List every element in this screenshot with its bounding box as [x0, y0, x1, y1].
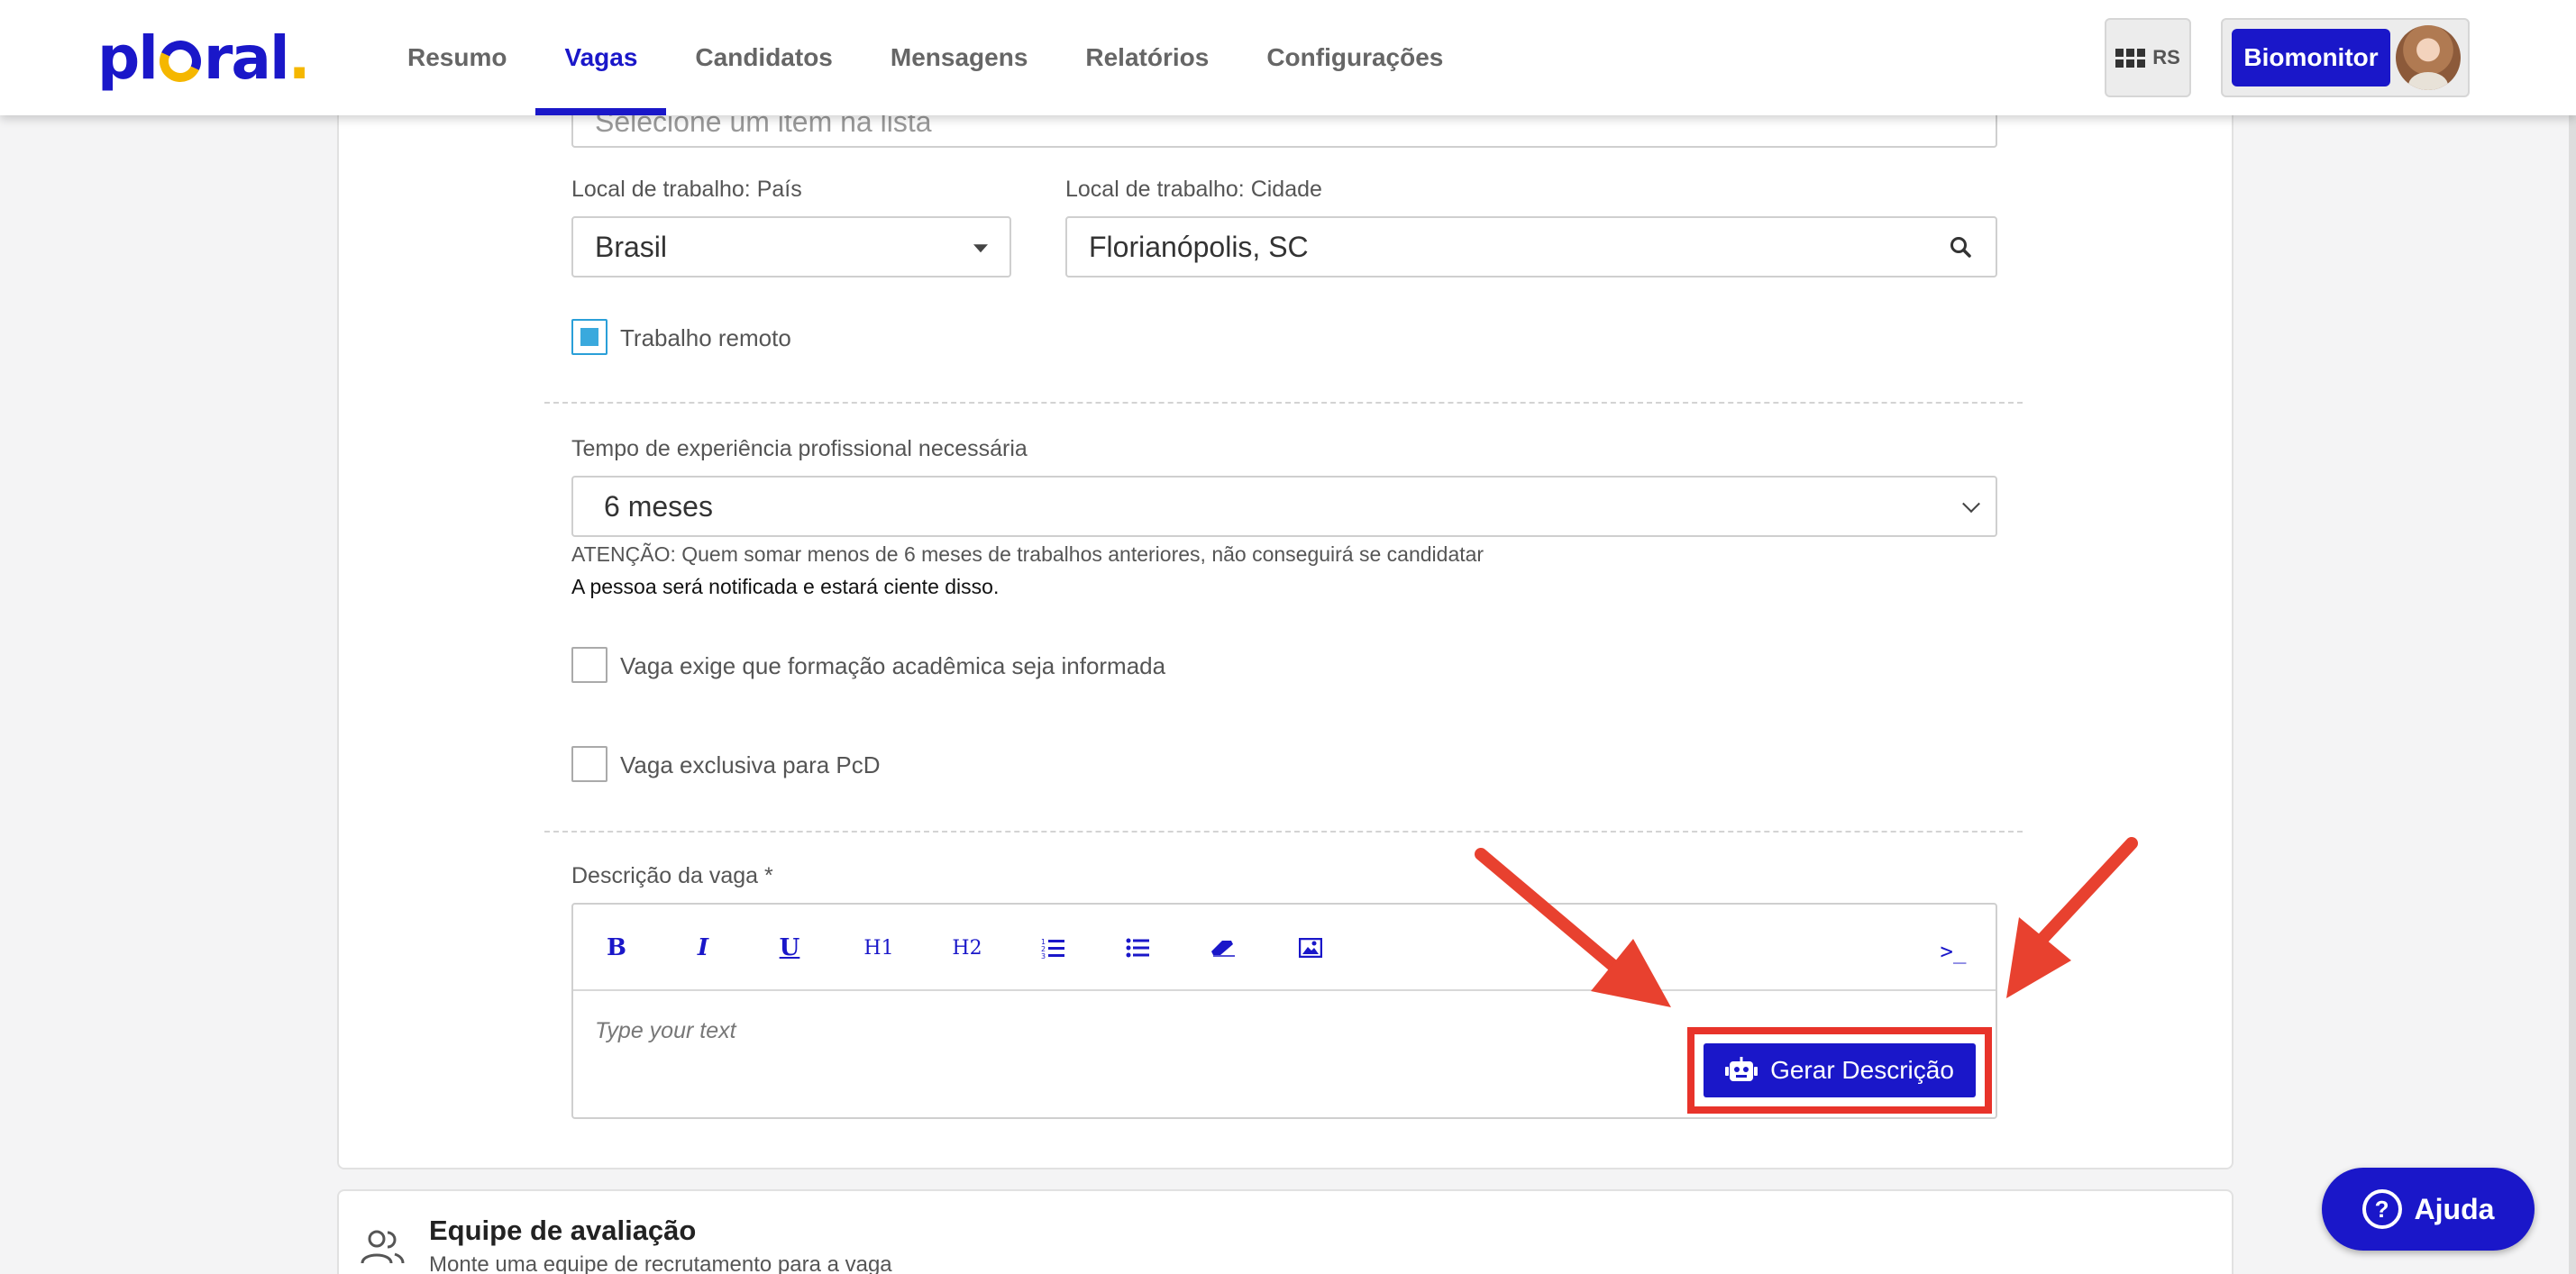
help-button[interactable]: ? Ajuda	[2322, 1168, 2535, 1251]
ordered-list-icon[interactable]: 1 2 3	[1035, 930, 1071, 966]
account-menu[interactable]: Biomonitor	[2221, 18, 2470, 97]
pcd-label: Vaga exclusiva para PcD	[620, 751, 881, 778]
help-label: Ajuda	[2414, 1192, 2495, 1225]
country-select[interactable]: Brasil	[571, 216, 1011, 278]
section-subtitle: Monte uma equipe de recrutamento para a …	[429, 1252, 892, 1274]
experience-notice: A pessoa será notificada e estará ciente…	[571, 575, 1000, 598]
bold-button[interactable]: B	[598, 930, 635, 966]
bullet-list-icon[interactable]	[1119, 930, 1156, 966]
country-label: Local de trabalho: País	[571, 177, 802, 202]
robot-icon	[1725, 1057, 1758, 1081]
apps-label: RS	[2152, 46, 2180, 68]
editor-toolbar: B I U H1 H2 1 2 3 >_	[573, 905, 1996, 991]
tab-resumo[interactable]: Resumo	[379, 0, 535, 115]
experience-select[interactable]: 6 meses	[571, 476, 1997, 537]
page-scrollbar[interactable]	[2569, 0, 2576, 1274]
question-icon: ?	[2361, 1189, 2402, 1229]
chevron-down-icon	[1962, 495, 1980, 514]
apps-menu-button[interactable]: RS	[2105, 18, 2191, 97]
generate-description-button[interactable]: Gerar Descrição	[1704, 1043, 1976, 1097]
source-code-button[interactable]: >_	[1931, 933, 1976, 969]
experience-label: Tempo de experiência profissional necess…	[571, 436, 1028, 461]
people-icon	[361, 1230, 405, 1264]
grid-icon	[2115, 48, 2146, 68]
city-label: Local de trabalho: Cidade	[1065, 177, 1322, 202]
eraser-icon[interactable]	[1206, 930, 1242, 966]
country-value: Brasil	[595, 230, 668, 263]
experience-warning: ATENÇÃO: Quem somar menos de 6 meses de …	[571, 542, 1484, 566]
pcd-checkbox[interactable]	[571, 746, 607, 782]
remote-label: Trabalho remoto	[620, 324, 791, 351]
tab-mensagens[interactable]: Mensagens	[862, 0, 1057, 115]
tab-candidatos[interactable]: Candidatos	[666, 0, 861, 115]
description-label: Descrição da vaga *	[571, 863, 773, 888]
caret-down-icon	[973, 244, 988, 253]
city-search-input[interactable]: Florianópolis, SC	[1065, 216, 1997, 278]
company-button[interactable]: Biomonitor	[2232, 29, 2390, 86]
remote-checkbox[interactable]	[571, 319, 607, 355]
city-value: Florianópolis, SC	[1089, 230, 1309, 263]
svg-text:3: 3	[1041, 952, 1046, 959]
tab-vagas[interactable]: Vagas	[535, 0, 667, 115]
image-icon[interactable]	[1293, 930, 1329, 966]
plural-logo[interactable]: pl ral.	[97, 22, 311, 94]
section-title: Equipe de avaliação	[429, 1215, 697, 1246]
top-navbar: pl ral. Resumo Vagas Candidatos Mensagens…	[0, 0, 2576, 115]
generate-description-label: Gerar Descrição	[1770, 1056, 1954, 1084]
h2-button[interactable]: H2	[945, 930, 990, 966]
italic-button[interactable]: I	[685, 930, 721, 966]
experience-value: 6 meses	[604, 489, 713, 523]
divider	[544, 831, 2023, 833]
avatar[interactable]	[2396, 25, 2461, 90]
search-icon[interactable]	[1949, 235, 1972, 259]
editor-placeholder: Type your text	[595, 1018, 736, 1043]
tab-configuracoes[interactable]: Configurações	[1238, 0, 1472, 115]
underline-button[interactable]: U	[772, 930, 808, 966]
academic-checkbox[interactable]	[571, 647, 607, 683]
evaluation-team-card[interactable]: Equipe de avaliação Monte uma equipe de …	[337, 1189, 2233, 1274]
academic-label: Vaga exige que formação acadêmica seja i…	[620, 652, 1166, 679]
h1-button[interactable]: H1	[856, 930, 901, 966]
divider	[544, 402, 2023, 404]
main-nav: Resumo Vagas Candidatos Mensagens Relató…	[379, 0, 1472, 115]
tab-relatorios[interactable]: Relatórios	[1056, 0, 1238, 115]
